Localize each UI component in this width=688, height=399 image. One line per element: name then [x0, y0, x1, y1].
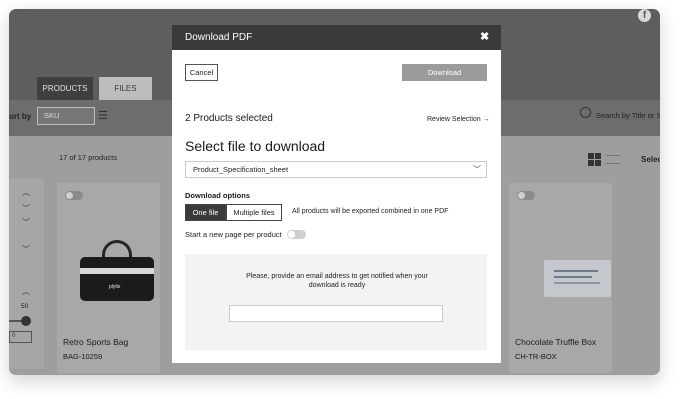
cancel-button[interactable]: Cancel: [185, 64, 218, 81]
select-all-link[interactable]: Selec: [641, 155, 660, 164]
product-sku: BAG-10259: [63, 352, 103, 361]
selection-count: 2 Products selected: [185, 113, 273, 124]
download-pdf-dialog: Download PDF ✖ Cancel Download 2 Product…: [172, 25, 501, 363]
email-field[interactable]: [229, 305, 443, 322]
bag-stripe: [80, 268, 154, 274]
slider-handle[interactable]: [21, 316, 31, 326]
download-button[interactable]: Download: [402, 64, 487, 81]
card-select-toggle[interactable]: [65, 191, 83, 200]
options-description: All products will be exported combined i…: [292, 208, 449, 215]
search-icon[interactable]: [580, 107, 591, 118]
tab-files[interactable]: FILES: [99, 77, 152, 100]
chevron-down-icon: ﹀: [473, 165, 481, 174]
dialog-header: Download PDF ✖: [172, 25, 501, 50]
product-count: 17 of 17 products: [59, 153, 117, 162]
new-page-toggle[interactable]: [287, 230, 306, 239]
product-image: [80, 257, 154, 301]
select-file-heading: Select file to download: [185, 138, 326, 154]
chevron-down-icon[interactable]: ﹀: [22, 217, 30, 228]
sort-label: ort by: [9, 112, 32, 121]
chevron-down-icon[interactable]: ﹀: [22, 203, 30, 214]
file-select[interactable]: Product_Specification_sheet ﹀: [185, 161, 487, 178]
search-input[interactable]: Search by Title or S: [596, 111, 660, 120]
image-text-line: [554, 282, 600, 284]
dialog-title: Download PDF: [185, 32, 253, 43]
product-name: Retro Sports Bag: [63, 337, 129, 347]
product-name: Chocolate Truffle Box: [515, 337, 597, 347]
chevron-up-icon[interactable]: ︿: [22, 286, 30, 297]
card-select-toggle[interactable]: [517, 191, 535, 200]
notify-message: Please, provide an email address to get …: [246, 273, 428, 289]
product-card[interactable]: Chocolate Truffle Box CH-TR-BOX: [509, 183, 612, 373]
facebook-icon[interactable]: f: [638, 9, 651, 22]
one-file-option[interactable]: One file: [185, 204, 226, 221]
email-notify-panel: Please, provide an email address to get …: [185, 254, 487, 350]
sort-select[interactable]: SKU: [37, 107, 95, 125]
chevron-up-icon[interactable]: ︿: [22, 187, 30, 198]
close-icon[interactable]: ✖: [480, 30, 489, 43]
review-selection-link[interactable]: Review Selection →: [427, 116, 490, 123]
slider-value: 50: [21, 303, 29, 310]
product-logo: plytix: [109, 284, 121, 290]
filter-value-input[interactable]: 0: [9, 331, 32, 343]
product-card[interactable]: plytix Retro Sports Bag BAG-10259: [57, 183, 160, 373]
image-text-line: [554, 270, 598, 272]
app-window: f PRODUCTS FILES ort by SKU ☰ Search by …: [9, 9, 660, 375]
image-text-line: [554, 276, 592, 278]
file-select-value: Product_Specification_sheet: [193, 165, 289, 174]
product-image: [544, 260, 611, 297]
multiple-files-option[interactable]: Multiple files: [226, 204, 282, 221]
chevron-down-icon[interactable]: ﹀: [22, 244, 30, 255]
sort-order-icon[interactable]: ☰: [98, 109, 108, 122]
grid-view-icon[interactable]: [588, 153, 601, 166]
product-sku: CH-TR-BOX: [515, 352, 557, 361]
tab-products[interactable]: PRODUCTS: [37, 77, 93, 100]
list-view-icon[interactable]: [606, 155, 620, 164]
new-page-label: Start a new page per product: [185, 230, 282, 239]
download-options-label: Download options: [185, 191, 250, 200]
